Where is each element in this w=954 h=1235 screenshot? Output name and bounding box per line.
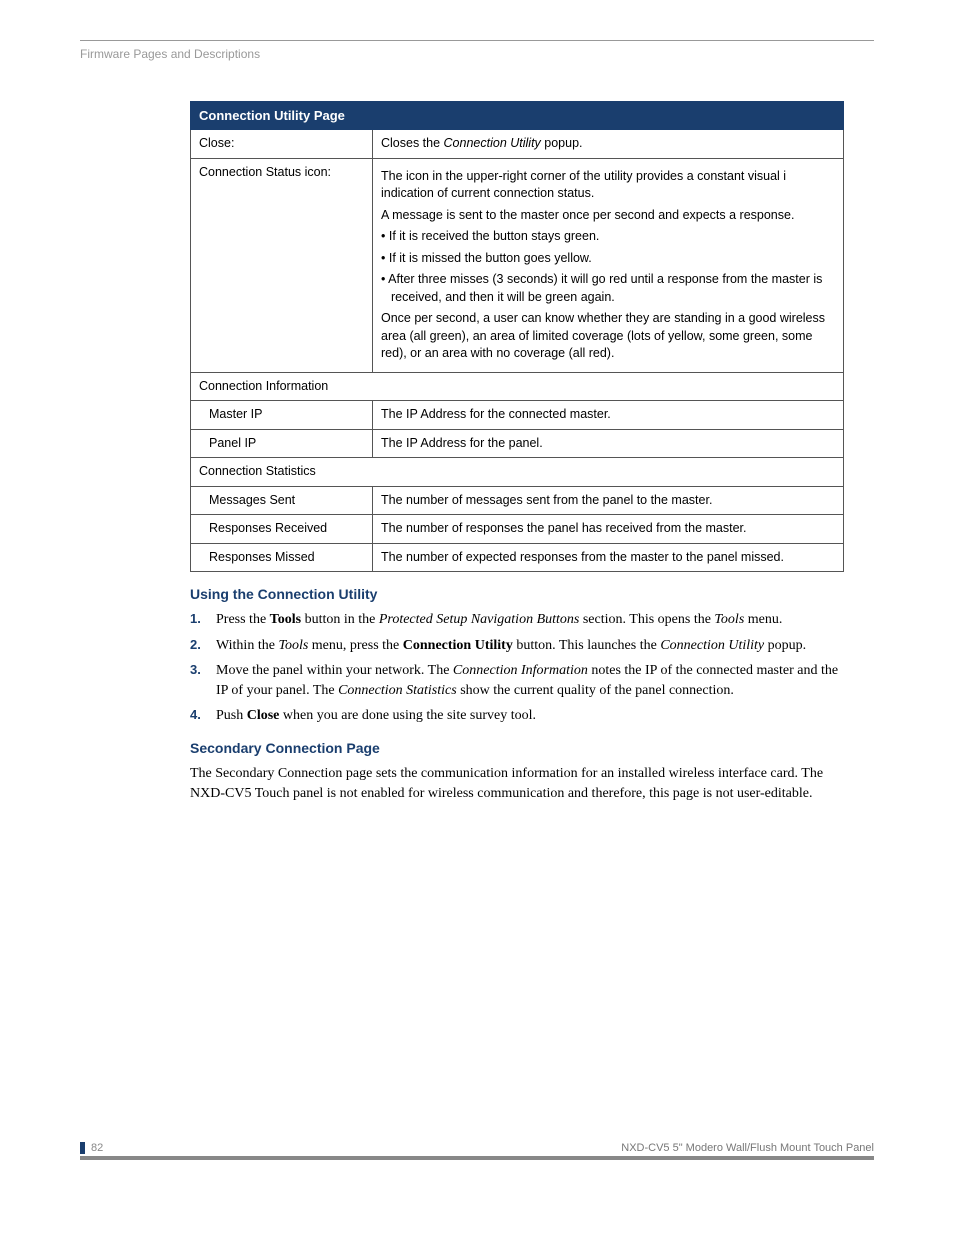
text: Closes the — [381, 136, 444, 150]
bullet-item: If it is missed the button goes yellow. — [381, 250, 835, 268]
row-desc: The icon in the upper-right corner of th… — [373, 158, 844, 372]
list-item: 3. Move the panel within your network. T… — [190, 661, 844, 700]
row-label: Messages Sent — [191, 486, 373, 515]
step-number: 3. — [190, 661, 201, 679]
text-italic: Protected Setup Navigation Buttons — [379, 612, 580, 627]
text: Move the panel within your network. The — [216, 663, 453, 678]
text: Once per second, a user can know whether… — [381, 310, 835, 363]
row-desc: The number of messages sent from the pan… — [373, 486, 844, 515]
text: Within the — [216, 638, 278, 653]
text: After three misses (3 seconds) it will g… — [388, 272, 822, 304]
text: popup. — [541, 136, 583, 150]
row-label: Panel IP — [191, 429, 373, 458]
body-paragraph: The Secondary Connection page sets the c… — [190, 764, 844, 803]
step-number: 1. — [190, 610, 201, 628]
list-item: 4. Push Close when you are done using th… — [190, 706, 844, 726]
steps-list: 1. Press the Tools button in the Protect… — [190, 610, 844, 726]
table-row: Connection Information — [191, 372, 844, 401]
table-row: Panel IP The IP Address for the panel. — [191, 429, 844, 458]
text: section. This opens the — [579, 612, 714, 627]
bullet-item: After three misses (3 seconds) it will g… — [381, 271, 835, 306]
table-row: Connection Statistics — [191, 458, 844, 487]
text-italic: Connection Utility — [660, 638, 764, 653]
table-row: Connection Status icon: The icon in the … — [191, 158, 844, 372]
table-title: Connection Utility Page — [191, 102, 844, 130]
text: menu. — [744, 612, 782, 627]
bullet-item: If it is received the button stays green… — [381, 228, 835, 246]
row-label: Close: — [191, 130, 373, 159]
text-italic: Connection Utility — [444, 136, 541, 150]
text-italic: Tools — [714, 612, 744, 627]
table-row: Responses Missed The number of expected … — [191, 543, 844, 572]
text: Push — [216, 708, 247, 723]
header-rule — [80, 40, 874, 41]
text-italic: Connection Information — [453, 663, 588, 678]
text-italic: Connection Statistics — [338, 683, 457, 698]
row-desc: The number of expected responses from th… — [373, 543, 844, 572]
text: show the current quality of the panel co… — [457, 683, 734, 698]
table-row: Master IP The IP Address for the connect… — [191, 401, 844, 430]
table-row: Close: Closes the Connection Utility pop… — [191, 130, 844, 159]
row-label: Responses Missed — [191, 543, 373, 572]
footer-line: 82 NXD-CV5 5" Modero Wall/Flush Mount To… — [80, 1142, 874, 1160]
row-desc: The IP Address for the panel. — [373, 429, 844, 458]
text: popup. — [764, 638, 806, 653]
step-number: 4. — [190, 706, 201, 724]
table-row: Messages Sent The number of messages sen… — [191, 486, 844, 515]
table-row: Responses Received The number of respons… — [191, 515, 844, 544]
text: when you are done using the site survey … — [279, 708, 536, 723]
connection-utility-table: Connection Utility Page Close: Closes th… — [190, 101, 844, 572]
text: button in the — [301, 612, 379, 627]
text: A message is sent to the master once per… — [381, 207, 835, 225]
header-breadcrumb: Firmware Pages and Descriptions — [80, 47, 874, 61]
text: The icon in the upper-right corner of th… — [381, 168, 835, 203]
footer: 82 NXD-CV5 5" Modero Wall/Flush Mount To… — [80, 1142, 874, 1160]
list-item: 1. Press the Tools button in the Protect… — [190, 610, 844, 630]
text-italic: Tools — [278, 638, 308, 653]
row-label: Responses Received — [191, 515, 373, 544]
text: Press the — [216, 612, 270, 627]
page: Firmware Pages and Descriptions Connecti… — [0, 0, 954, 1190]
row-desc: Closes the Connection Utility popup. — [373, 130, 844, 159]
row-label: Master IP — [191, 401, 373, 430]
text-bold: Connection Utility — [403, 638, 513, 653]
row-label: Connection Status icon: — [191, 158, 373, 372]
section-header: Connection Information — [191, 372, 844, 401]
section-heading-secondary: Secondary Connection Page — [190, 740, 844, 756]
text-bold: Tools — [270, 612, 301, 627]
content-area: Connection Utility Page Close: Closes th… — [190, 101, 844, 803]
step-number: 2. — [190, 636, 201, 654]
row-desc: The number of responses the panel has re… — [373, 515, 844, 544]
text: button. This launches the — [513, 638, 661, 653]
text-bold: Close — [247, 708, 280, 723]
row-desc: The IP Address for the connected master. — [373, 401, 844, 430]
text: menu, press the — [308, 638, 402, 653]
footer-title: NXD-CV5 5" Modero Wall/Flush Mount Touch… — [621, 1142, 874, 1154]
list-item: 2. Within the Tools menu, press the Conn… — [190, 636, 844, 656]
page-number: 82 — [80, 1142, 103, 1154]
section-header: Connection Statistics — [191, 458, 844, 487]
section-heading-using: Using the Connection Utility — [190, 586, 844, 602]
